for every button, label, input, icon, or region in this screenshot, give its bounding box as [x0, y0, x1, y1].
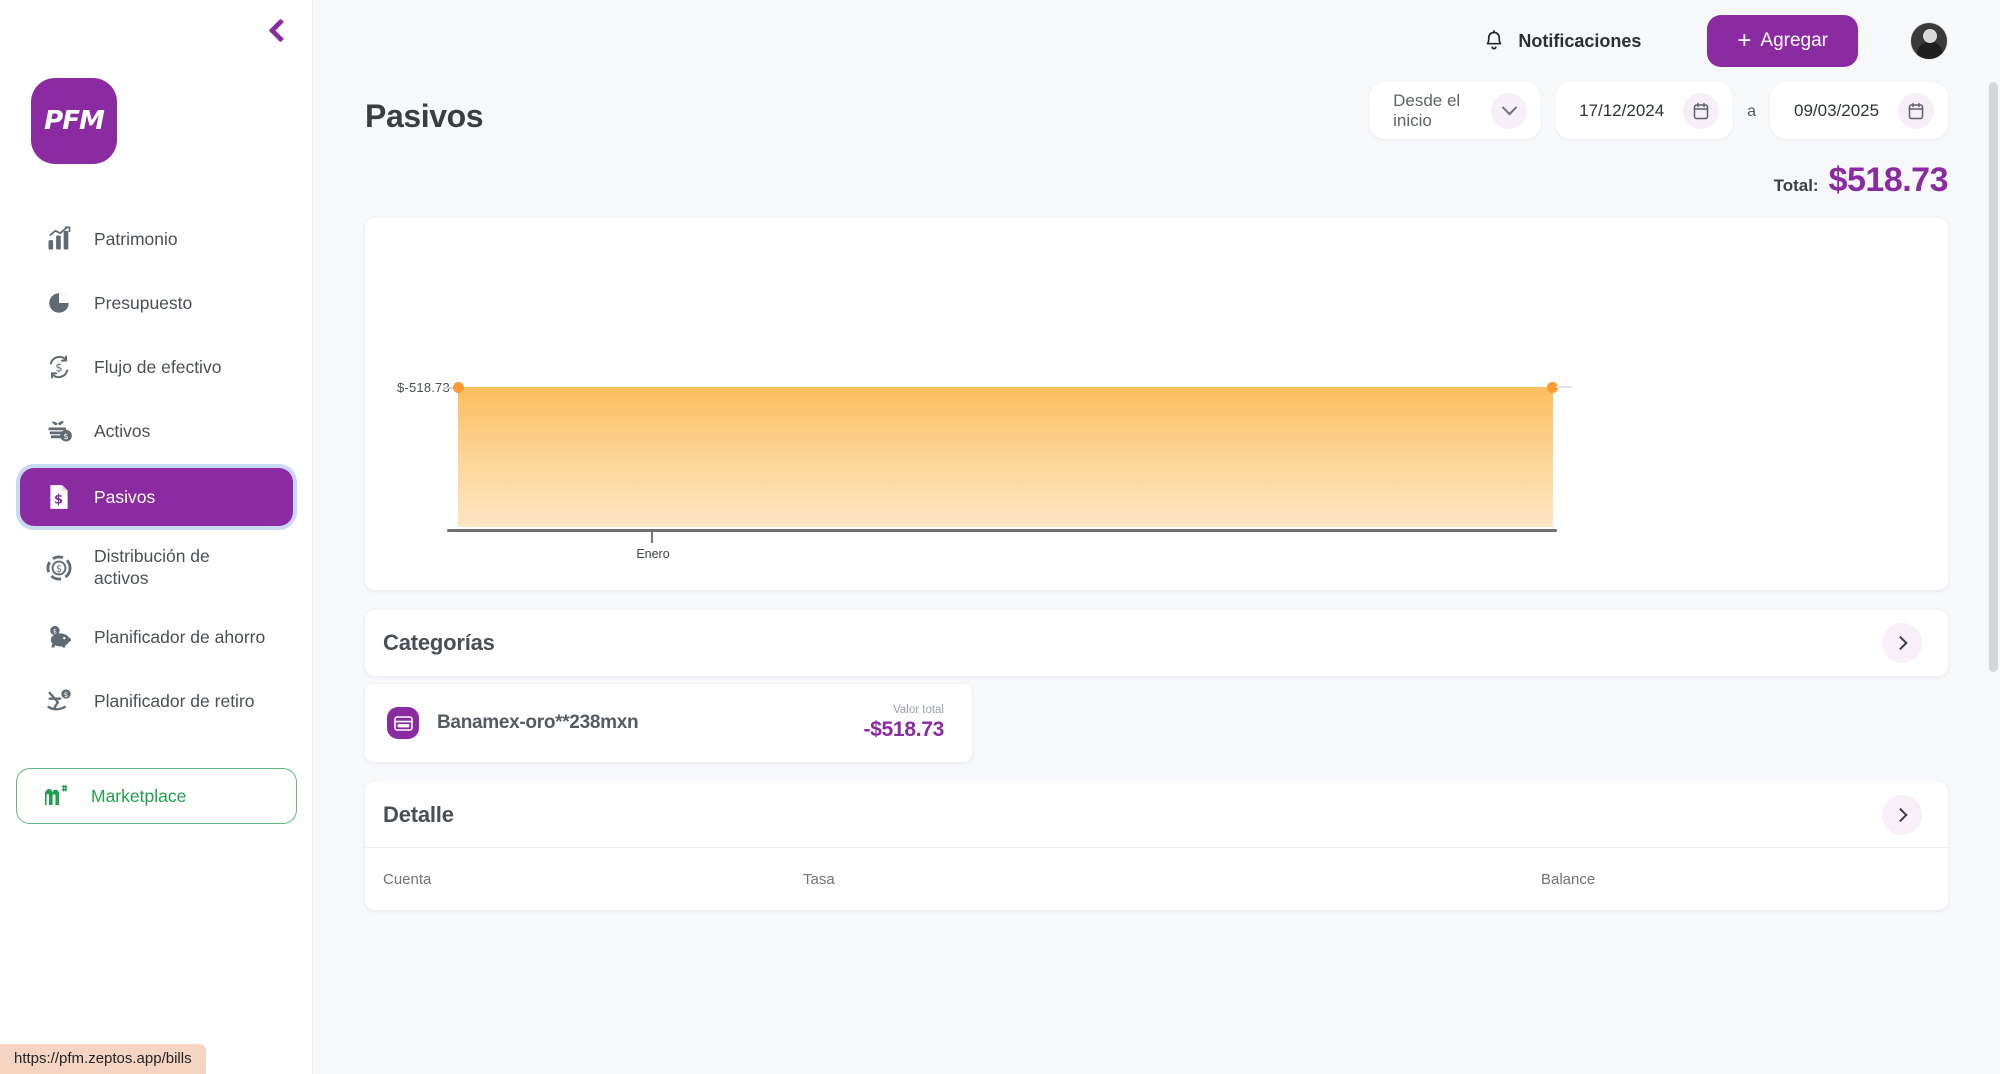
category-value-label: Valor total — [893, 704, 944, 716]
status-bar-url: https://pfm.zeptos.app/bills — [0, 1044, 206, 1074]
sidebar-item-patrimonio[interactable]: Patrimonio — [20, 212, 293, 266]
notifications-button[interactable]: Notificaciones — [1484, 29, 1642, 53]
marketplace-label: Marketplace — [91, 785, 187, 806]
sidebar-item-flujo-de-efectivo[interactable]: $ Flujo de efectivo — [20, 340, 293, 394]
table-column-cuenta: Cuenta — [383, 870, 432, 888]
date-to-value: 09/03/2025 — [1794, 100, 1880, 120]
pie-chart-icon — [42, 286, 76, 320]
sidebar-item-label: Presupuesto — [94, 292, 193, 313]
date-to-input[interactable]: 09/03/2025 — [1770, 82, 1948, 139]
sidebar-item-label: Flujo de efectivo — [94, 356, 222, 377]
sidebar-item-distribucion-de-activos[interactable]: $ Distribución de activos — [20, 536, 293, 600]
range-select-value: Desde el inicio — [1393, 90, 1461, 130]
date-separator: a — [1747, 102, 1756, 120]
area-chart[interactable]: $-518.73 Enero — [365, 218, 1948, 590]
category-amount: -$518.73 — [863, 718, 944, 741]
calendar-icon[interactable] — [1898, 92, 1934, 129]
marketplace-icon — [43, 784, 73, 808]
sidebar-item-presupuesto[interactable]: Presupuesto — [20, 276, 293, 330]
table-column-balance: Balance — [1541, 870, 1596, 888]
notifications-label: Notificaciones — [1518, 30, 1642, 51]
bell-icon — [1484, 29, 1504, 53]
svg-text:$: $ — [64, 691, 68, 699]
liabilities-icon: $ — [42, 480, 76, 514]
detail-title: Detalle — [383, 801, 454, 827]
filters: Desde el inicio 17/12/2024 a 09/03/2025 — [1369, 82, 1948, 139]
calendar-icon[interactable] — [1683, 92, 1720, 129]
page-scrollbar[interactable] — [1989, 82, 1998, 672]
main-content: Notificaciones + Agregar Pasivos Desde e… — [313, 0, 2000, 1074]
sidebar-item-label: Patrimonio — [94, 228, 178, 249]
svg-text:$: $ — [53, 628, 57, 636]
categories-title: Categorías — [383, 630, 495, 655]
cash-flow-icon: $ — [42, 350, 76, 384]
table-column-tasa: Tasa — [803, 870, 835, 888]
sidebar-item-label: Planificador de retiro — [94, 690, 255, 711]
add-button-label: Agregar — [1760, 30, 1828, 51]
detail-section: Detalle Cuenta Tasa Balance — [365, 782, 1948, 910]
sidebar-item-planificador-de-retiro[interactable]: $ Planificador de retiro — [20, 674, 293, 728]
svg-text:$: $ — [54, 492, 63, 507]
category-card[interactable]: Banamex-oro**238mxn Valor total -$518.73 — [365, 684, 972, 762]
chart-right-tick — [1556, 386, 1572, 388]
chart-plot-area — [453, 382, 1572, 527]
topbar: Notificaciones + Agregar — [313, 0, 2000, 82]
chevron-left-icon — [268, 17, 293, 43]
date-from-input[interactable]: 17/12/2024 — [1555, 82, 1734, 139]
category-name: Banamex-oro**238mxn — [437, 712, 639, 733]
chevron-down-icon[interactable] — [1491, 92, 1528, 129]
total-row: Total: $518.73 — [313, 161, 2000, 200]
chart-x-tick-label: Enero — [636, 547, 670, 561]
chart-area-fill — [458, 387, 1553, 527]
sidebar-nav: Patrimonio Presupuesto $ Flujo de efecti… — [0, 212, 313, 738]
liabilities-chart-card: $-518.73 Enero — [365, 218, 1948, 590]
asset-allocation-icon: $ — [42, 551, 76, 585]
page-header: Pasivos Desde el inicio 17/12/2024 a 09/… — [313, 82, 2000, 139]
total-label: Total: — [1773, 176, 1819, 195]
sidebar: PFM Patrimonio Presupuesto $ Flujo de ef… — [0, 0, 313, 1074]
date-from-value: 17/12/2024 — [1579, 100, 1665, 120]
sidebar-collapse-button[interactable] — [258, 8, 298, 52]
chart-y-tick-label: $-518.73 — [397, 380, 450, 395]
svg-text:$: $ — [55, 361, 62, 375]
piggy-bank-icon: $ — [42, 620, 76, 654]
sidebar-item-activos[interactable]: $ Activos — [20, 404, 293, 458]
svg-text:$: $ — [56, 564, 62, 575]
bar-chart-icon — [42, 222, 76, 256]
user-avatar[interactable] — [1910, 22, 1948, 60]
page-title: Pasivos — [365, 98, 484, 134]
assets-icon: $ — [42, 414, 76, 448]
sidebar-item-label: Distribución de activos — [94, 546, 210, 588]
sidebar-item-planificador-de-ahorro[interactable]: $ Planificador de ahorro — [20, 610, 293, 664]
range-select[interactable]: Desde el inicio — [1369, 82, 1542, 139]
sidebar-item-label: Pasivos — [94, 486, 156, 507]
detail-expand-button[interactable] — [1882, 794, 1922, 835]
category-value-block: Valor total -$518.73 — [863, 704, 944, 742]
add-button[interactable]: + Agregar — [1707, 15, 1858, 67]
categories-expand-button[interactable] — [1882, 623, 1922, 663]
sidebar-item-marketplace[interactable]: Marketplace — [16, 768, 297, 824]
app-root: PFM Patrimonio Presupuesto $ Flujo de ef… — [0, 0, 2000, 1074]
plus-icon: + — [1737, 27, 1752, 54]
categories-section-header: Categorías — [365, 610, 1948, 676]
categories-list: Banamex-oro**238mxn Valor total -$518.73 — [365, 684, 1948, 762]
sidebar-item-label: Activos — [94, 420, 151, 441]
chart-data-point-start[interactable] — [453, 382, 464, 393]
svg-text:$: $ — [63, 431, 68, 441]
total-value: $518.73 — [1828, 161, 1949, 199]
sidebar-item-pasivos[interactable]: $ Pasivos — [20, 468, 293, 526]
rocking-chair-icon: $ — [42, 684, 76, 718]
app-logo[interactable]: PFM — [31, 78, 117, 164]
chevron-right-icon — [1893, 807, 1908, 822]
detail-section-header: Detalle — [365, 782, 1948, 848]
detail-table-header: Cuenta Tasa Balance — [365, 848, 1948, 910]
sidebar-item-label: Planificador de ahorro — [94, 626, 266, 647]
chart-x-tick-mark — [651, 532, 653, 543]
chevron-right-icon — [1893, 635, 1908, 651]
logo-text: PFM — [44, 106, 105, 136]
credit-card-icon — [387, 707, 419, 739]
chart-x-axis — [447, 529, 1557, 532]
chart-data-point-end[interactable] — [1547, 382, 1558, 393]
